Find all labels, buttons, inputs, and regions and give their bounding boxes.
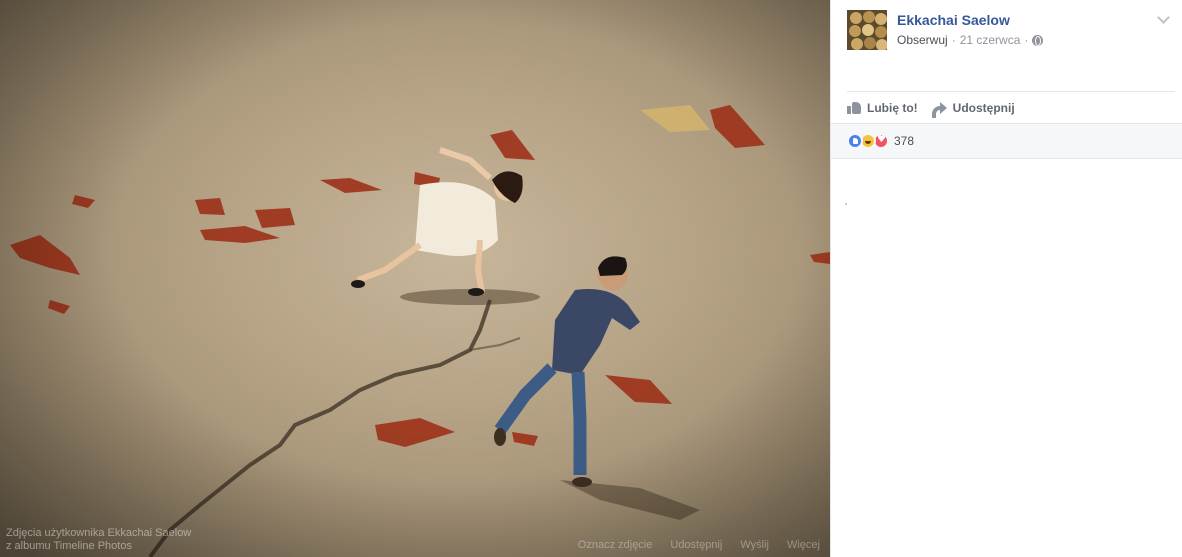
post-date[interactable]: 21 czerwca [960,33,1021,47]
share-arrow-icon [931,101,947,118]
share-label: Udostępnij [952,100,1015,115]
photo-caption: Zdjęcia użytkownika Ekkachai Saelow z al… [6,527,191,553]
photo-more-link[interactable]: Więcej [787,539,820,551]
photo-action-bar: Oznacz zdjęcie Udostępnij Wyślij Więcej [578,539,820,551]
panel-dot [845,203,847,205]
post-header: Ekkachai Saelow Obserwuj · 21 czerwca · [831,0,1182,60]
thumbs-up-icon [847,101,861,114]
photo-illustration [0,0,830,557]
meta-separator: · [951,33,956,47]
post-photo[interactable]: Zdjęcia użytkownika Ekkachai Saelow z al… [0,0,830,557]
follow-link[interactable]: Obserwuj [897,33,948,47]
globe-icon [1032,34,1044,46]
meta-separator-2: · [1024,33,1029,47]
reactions-summary[interactable]: 378 [831,123,1182,159]
reaction-count[interactable]: 378 [894,134,914,148]
share-button[interactable]: Udostępnij [931,100,1015,118]
post-meta: Obserwuj · 21 czerwca · [897,33,1044,47]
like-button[interactable]: Lubię to! [847,101,918,115]
like-reaction-icon [847,133,863,149]
post-actions: Lubię to! Udostępnij [847,91,1175,123]
photo-share-link[interactable]: Udostępnij [670,539,722,551]
tag-photo-link[interactable]: Oznacz zdjęcie [578,539,653,551]
author-name[interactable]: Ekkachai Saelow [897,12,1010,28]
author-avatar[interactable] [847,10,887,50]
photo-caption-author[interactable]: Zdjęcia użytkownika Ekkachai Saelow [6,527,191,540]
chevron-down-icon[interactable] [1157,11,1170,24]
like-label: Lubię to! [867,100,918,115]
photo-caption-album[interactable]: z albumu Timeline Photos [6,540,191,553]
avatar-image [847,10,887,50]
photo-send-link[interactable]: Wyślij [740,539,769,551]
post-details-panel: Ekkachai Saelow Obserwuj · 21 czerwca · … [830,0,1182,557]
